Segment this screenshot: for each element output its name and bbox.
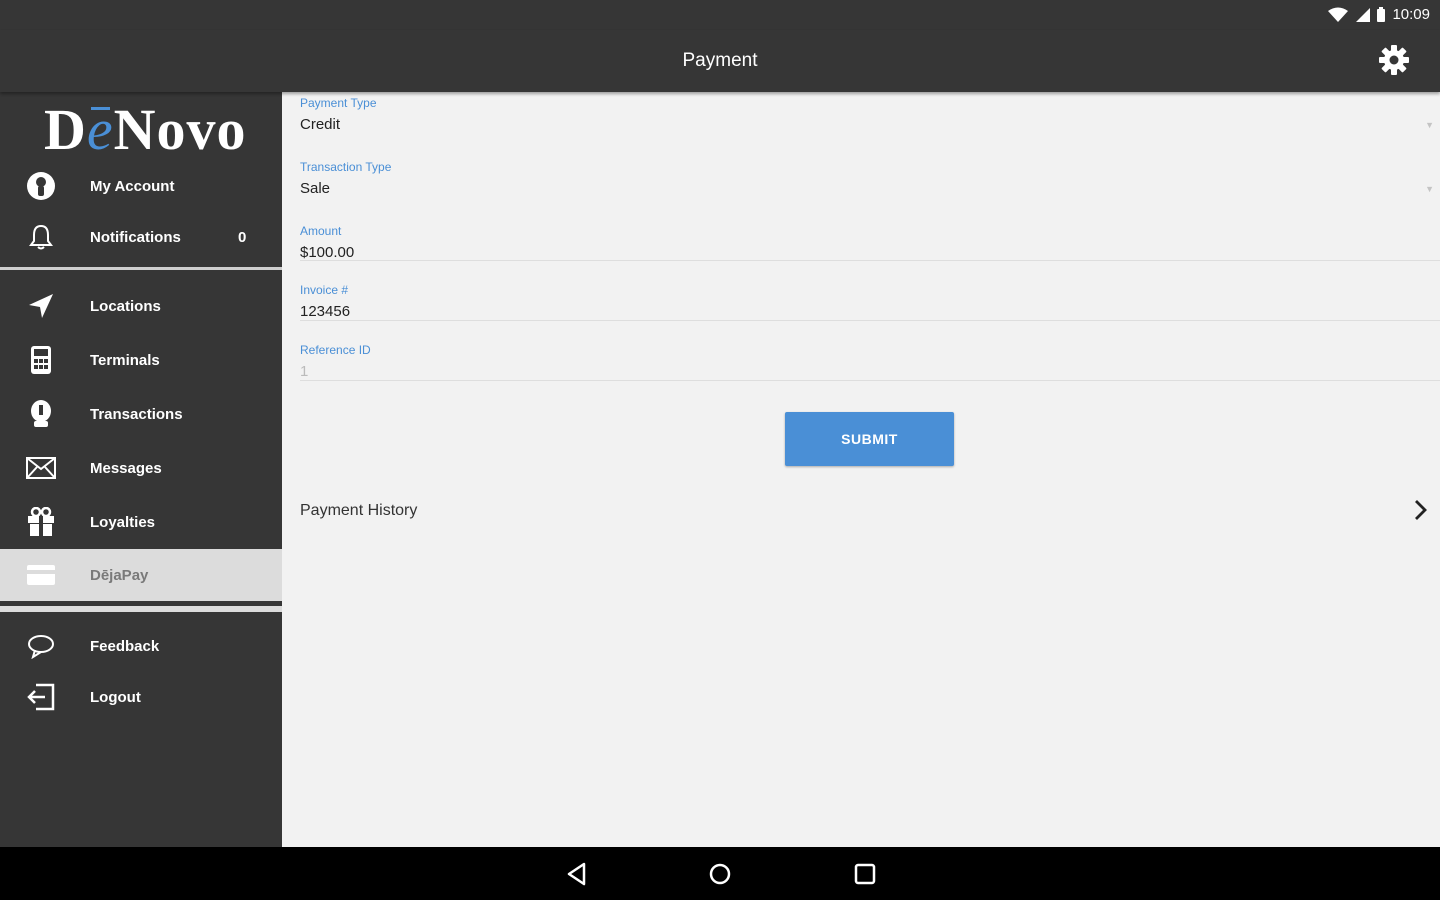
terminal-icon: [24, 343, 58, 377]
sidebar-item-label: Feedback: [90, 637, 160, 655]
navigation-arrow-icon: [24, 289, 58, 323]
transaction-type-select[interactable]: Transaction Type Sale ▼: [300, 160, 1440, 197]
sidebar-item-terminals[interactable]: Terminals: [0, 335, 282, 385]
sidebar-item-notifications[interactable]: Notifications 0: [0, 212, 282, 262]
status-bar: 10:09: [0, 0, 1440, 30]
amount-field[interactable]: Amount $100.00: [300, 224, 1440, 261]
field-value: Credit: [300, 116, 341, 133]
sidebar-item-feedback[interactable]: Feedback: [0, 621, 282, 671]
home-icon[interactable]: [707, 861, 733, 887]
sidebar: DeNovo My Account Notifications 0 Locati…: [0, 92, 282, 847]
transactions-icon: [24, 397, 58, 431]
sidebar-divider: [0, 606, 282, 612]
field-label: Transaction Type: [300, 160, 392, 174]
settings-gear-icon[interactable]: [1378, 44, 1410, 76]
sidebar-item-label: Logout: [90, 688, 141, 706]
page-title: Payment: [682, 50, 758, 71]
back-icon[interactable]: [564, 861, 590, 887]
denovo-logo: DeNovo: [44, 97, 247, 162]
field-label: Amount: [300, 224, 342, 238]
cell-signal-icon: [1356, 7, 1371, 22]
sidebar-item-label: Notifications: [90, 228, 181, 246]
field-label: Invoice #: [300, 283, 349, 297]
app-bar: Payment: [0, 30, 1440, 92]
payment-history-link[interactable]: Payment History: [300, 502, 417, 520]
sidebar-item-label: DējaPay: [90, 566, 149, 584]
payment-form: Payment Type Credit ▼ Transaction Type S…: [282, 92, 1440, 847]
battery-icon: [1377, 6, 1386, 22]
field-label: Reference ID: [300, 343, 371, 357]
bell-icon: [24, 220, 58, 254]
field-value: Sale: [300, 180, 331, 197]
sidebar-item-messages[interactable]: Messages: [0, 443, 282, 493]
logout-icon: [24, 680, 58, 714]
sidebar-item-label: Messages: [90, 459, 162, 477]
card-icon: [24, 558, 58, 592]
sidebar-item-my-account[interactable]: My Account: [0, 161, 282, 211]
sidebar-item-label: Transactions: [90, 405, 183, 423]
sidebar-item-dejapay[interactable]: DējaPay: [0, 549, 282, 601]
sidebar-item-transactions[interactable]: Transactions: [0, 389, 282, 439]
sidebar-item-label: Terminals: [90, 351, 160, 369]
amount-underline: [300, 260, 1440, 261]
chevron-right-icon[interactable]: [1410, 498, 1430, 522]
sidebar-item-label: My Account: [90, 177, 175, 195]
sidebar-item-logout[interactable]: Logout: [0, 672, 282, 722]
field-value: $100.00: [300, 244, 355, 261]
sidebar-item-loyalties[interactable]: Loyalties: [0, 497, 282, 547]
reference-id-field[interactable]: Reference ID 1: [300, 343, 1440, 380]
field-label: Payment Type: [300, 96, 377, 110]
system-nav-bar: [0, 847, 1440, 900]
status-icons: 10:09: [1328, 6, 1430, 23]
field-value: 123456: [300, 303, 351, 320]
notification-count: 0: [238, 228, 247, 246]
invoice-underline: [300, 320, 1440, 321]
submit-button[interactable]: SUBMIT: [785, 412, 954, 466]
payment-type-select[interactable]: Payment Type Credit ▼: [300, 96, 1440, 133]
status-time: 10:09: [1392, 6, 1430, 23]
envelope-icon: [24, 451, 58, 485]
dropdown-caret-icon: ▼: [1425, 184, 1434, 194]
gift-icon: [24, 505, 58, 539]
reference-underline: [300, 380, 1440, 381]
sidebar-divider: [0, 267, 282, 270]
sidebar-item-locations[interactable]: Locations: [0, 281, 282, 331]
dropdown-caret-icon: ▼: [1425, 120, 1434, 130]
field-value: 1: [300, 363, 309, 380]
wifi-icon: [1328, 7, 1349, 22]
sidebar-item-label: Loyalties: [90, 513, 156, 531]
recents-icon[interactable]: [852, 861, 878, 887]
chat-bubble-icon: [24, 629, 58, 663]
sidebar-item-label: Locations: [90, 297, 161, 315]
account-icon: [24, 169, 58, 203]
invoice-field[interactable]: Invoice # 123456: [300, 283, 1440, 320]
